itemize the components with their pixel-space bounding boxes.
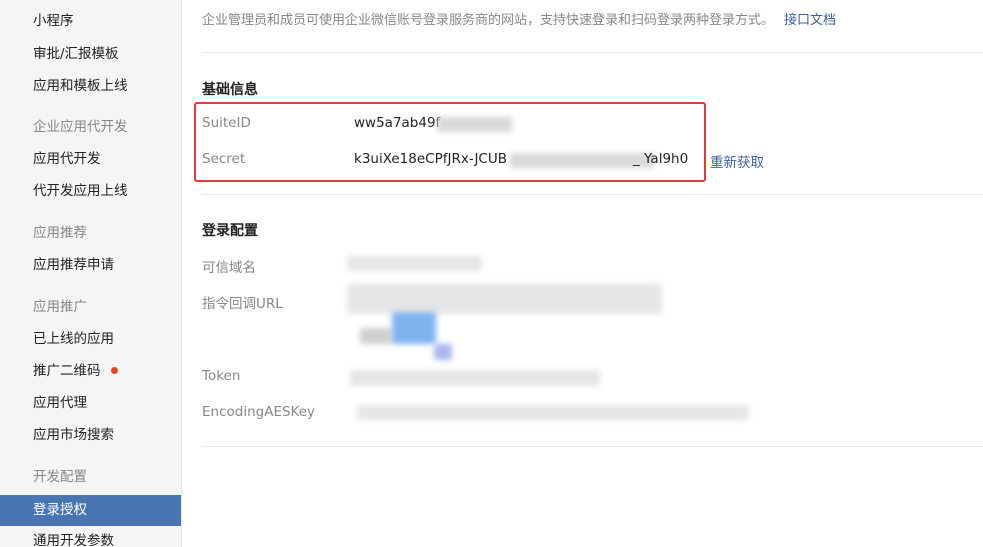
suite-id-label: SuiteID (202, 115, 251, 131)
sidebar: 小程序 审批/汇报模板 应用和模板上线 企业应用代开发 应用代开发 代开发应用上… (0, 0, 182, 547)
main-content: 企业管理员和成员可使用企业微信账号登录服务商的网站，支持快速登录和扫码登录两种登… (182, 0, 983, 547)
sidebar-group-dev-config: 开发配置 (33, 469, 87, 485)
redacted-block (360, 328, 392, 344)
redacted-block (437, 117, 512, 132)
redacted-block (434, 344, 452, 360)
redacted-block (347, 256, 482, 271)
trusted-domain-label: 可信域名 (202, 260, 256, 276)
sidebar-item-label: 推广二维码 (33, 363, 101, 379)
sidebar-group-custom-development: 企业应用代开发 (33, 119, 128, 135)
login-authorization-page: 小程序 审批/汇报模板 应用和模板上线 企业应用代开发 应用代开发 代开发应用上… (0, 0, 983, 547)
divider (202, 194, 983, 195)
api-docs-link[interactable]: 接口文档 (784, 13, 836, 28)
redacted-block (347, 284, 662, 314)
redacted-block (357, 405, 749, 420)
sidebar-group-app-promotion: 应用推广 (33, 299, 87, 315)
sidebar-item-login-auth[interactable]: 登录授权 (0, 495, 181, 526)
intro-description: 企业管理员和成员可使用企业微信账号登录服务商的网站，支持快速登录和扫码登录两种登… (202, 9, 836, 28)
redacted-block (350, 370, 600, 386)
sidebar-item-promo-qrcode[interactable]: 推广二维码 (0, 357, 181, 385)
intro-text: 企业管理员和成员可使用企业微信账号登录服务商的网站，支持快速登录和扫码登录两种登… (202, 13, 775, 28)
secret-label: Secret (202, 151, 246, 167)
aes-key-label: EncodingAESKey (202, 404, 316, 420)
sidebar-item-mini-program[interactable]: 小程序 (0, 7, 181, 35)
token-label: Token (202, 368, 241, 384)
login-config-title: 登录配置 (202, 223, 258, 239)
sidebar-item-recommendation-apply[interactable]: 应用推荐申请 (0, 251, 181, 279)
secret-value-end: _ Yal9h0 (633, 151, 689, 167)
divider (202, 446, 983, 447)
sidebar-item-app-agent[interactable]: 应用代理 (0, 389, 181, 417)
callback-url-label: 指令回调URL (202, 296, 283, 312)
divider (202, 52, 983, 53)
suite-id-value: ww5a7ab49f (354, 115, 441, 131)
sidebar-item-app-template-launch[interactable]: 应用和模板上线 (0, 72, 181, 100)
highlight-box (194, 102, 706, 182)
secret-value-start: k3uiXe18eCPfJRx-JCUB (354, 151, 507, 167)
redacted-block (392, 312, 436, 344)
sidebar-item-general-params[interactable]: 通用开发参数 (0, 527, 181, 547)
sidebar-item-approval-templates[interactable]: 审批/汇报模板 (0, 40, 181, 68)
notification-dot-icon (110, 366, 118, 374)
refetch-secret-link[interactable]: 重新获取 (710, 151, 764, 171)
sidebar-item-custom-app-launch[interactable]: 代开发应用上线 (0, 177, 181, 205)
sidebar-item-launched-apps[interactable]: 已上线的应用 (0, 325, 181, 353)
sidebar-group-app-recommendation: 应用推荐 (33, 225, 87, 241)
basic-info-title: 基础信息 (202, 82, 258, 98)
sidebar-item-app-custom-development[interactable]: 应用代开发 (0, 145, 181, 173)
sidebar-item-market-search[interactable]: 应用市场搜索 (0, 421, 181, 449)
